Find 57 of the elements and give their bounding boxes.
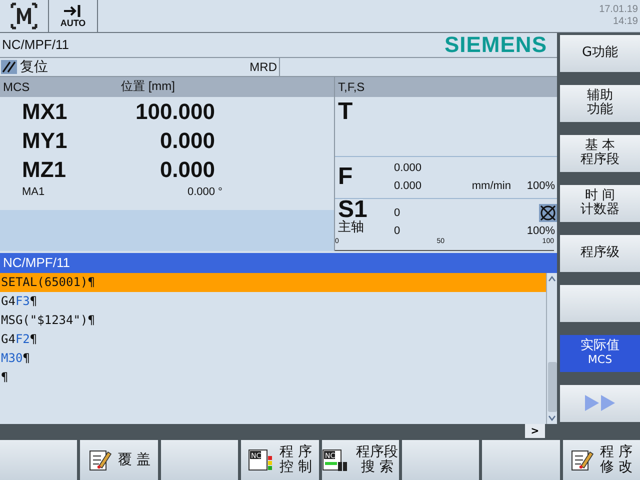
channel-state: 复位 [20, 58, 48, 76]
brand-logo: SIEMENS [444, 32, 547, 58]
reset-slash-icon [1, 60, 17, 74]
axis-name: MX1 [22, 98, 68, 125]
feed-setpoint: 0.000 [394, 162, 423, 174]
bottom-softkey[interactable]: 程 序 修 改 [562, 440, 640, 480]
feed-override: 100% [526, 180, 556, 192]
bottom-softkey[interactable] [160, 440, 238, 480]
side-softkey[interactable]: 时 间 计数器 [560, 184, 640, 222]
machine-mode-icon [9, 2, 39, 30]
feed-label: F [338, 165, 354, 190]
code-line[interactable]: ¶ [0, 368, 546, 387]
code-line[interactable]: G4F2¶ [0, 330, 546, 349]
scroll-right-button[interactable]: > [525, 424, 545, 438]
arrow-into-bar-icon [63, 4, 83, 18]
side-softkey[interactable]: 程序级 [560, 234, 640, 272]
program-mode: MRD [250, 60, 278, 74]
code-line[interactable]: MSG("$1234")¶ [0, 310, 546, 330]
vertical-scrollbar[interactable] [546, 272, 557, 424]
spindle-sublabel: 主轴 [338, 220, 365, 235]
auto-mode-button[interactable]: AUTO [49, 0, 98, 32]
spindle-actual: 0 [394, 225, 402, 238]
side-softkey[interactable]: 辅助 功能 [560, 84, 640, 122]
date-text: 17.01.19 [599, 4, 638, 16]
side-softkey[interactable]: G功能 [560, 34, 640, 72]
axis-value: 100.000 [134, 98, 215, 125]
time-text: 14:19 [612, 16, 638, 28]
unit-text: ° [217, 186, 224, 198]
program-path: NC/MPF/11 [2, 37, 69, 52]
double-arrow-icon [583, 394, 617, 412]
axis-value: 0.000 [186, 186, 215, 198]
side-softkey[interactable]: 基 本 程序段 [560, 134, 640, 172]
code-line[interactable]: G4F3¶ [0, 292, 546, 311]
tool-label: T [338, 98, 353, 125]
spindle-label: S1 [338, 198, 368, 221]
spindle-override: 100% [526, 225, 556, 238]
code-line[interactable]: M30¶ [0, 348, 546, 368]
axis-name: MZ1 [22, 156, 67, 183]
panel-title: T,F,S [337, 80, 366, 94]
axis-name: MY1 [22, 128, 68, 154]
program-title: NC/MPF/11 [3, 255, 70, 270]
axis-value: 0.000 [158, 156, 215, 183]
feed-unit: mm/min [472, 180, 511, 192]
spindle-setpoint: 0 [394, 206, 402, 219]
spindle-stop-icon [539, 204, 557, 222]
column-header: 位置 [mm] [121, 78, 175, 96]
axis-name: MA1 [22, 186, 46, 198]
feed-actual: 0.000 [394, 180, 423, 192]
bottom-softkey[interactable]: 覆 盖 [80, 440, 158, 480]
axis-value: 0.000 [158, 128, 215, 154]
side-softkey[interactable]: 实际值 MCS [560, 334, 640, 372]
bottom-softkey[interactable] [0, 440, 78, 480]
edit-document-icon [88, 448, 112, 472]
column-header: MCS [2, 80, 31, 94]
edit-document-icon [570, 448, 594, 472]
bottom-softkey[interactable] [482, 440, 560, 480]
bottom-softkey[interactable] [402, 440, 480, 480]
